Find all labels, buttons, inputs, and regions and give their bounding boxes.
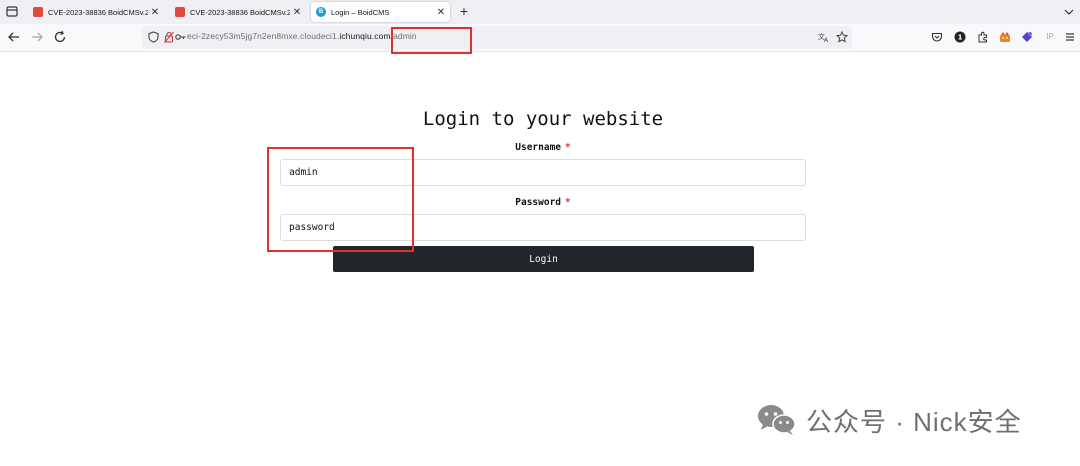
tab-title: CVE-2023-38836 BoidCMSv.2.0 [190, 7, 290, 17]
boidcms-favicon: B [316, 7, 326, 17]
tab-bar: CVE-2023-38836 BoidCMSv.2.0 ✕ CVE-2023-3… [0, 0, 1080, 24]
password-label: Password * [280, 197, 806, 208]
tab-cve-2[interactable]: CVE-2023-38836 BoidCMSv.2.0 ✕ [170, 2, 306, 22]
close-icon[interactable]: ✕ [436, 7, 446, 18]
shield-icon[interactable] [148, 31, 159, 43]
watermark: 公众号 · Nick安全 [756, 402, 1022, 438]
address-bar[interactable]: eci-2zecy53m5jg7n2en8mxe.cloudeci1.ichun… [142, 26, 852, 49]
translate-icon[interactable]: 文 A [818, 31, 830, 43]
password-input[interactable] [280, 214, 806, 241]
reload-icon[interactable] [53, 30, 67, 44]
account-icon[interactable]: 1 [954, 31, 966, 43]
tab-login[interactable]: B Login – BoidCMS ✕ [311, 2, 450, 22]
tab-favicon [33, 7, 43, 17]
username-input[interactable] [280, 159, 806, 186]
username-label-text: Username [515, 142, 562, 153]
required-mark: * [565, 197, 571, 208]
url-text[interactable]: eci-2zecy53m5jg7n2en8mxe.cloudeci1.ichun… [187, 31, 417, 41]
svg-text:1: 1 [958, 34, 963, 42]
new-tab-button[interactable]: + [457, 3, 471, 19]
star-icon[interactable] [836, 31, 848, 43]
extensions-icon[interactable] [977, 31, 989, 43]
navigation-toolbar: eci-2zecy53m5jg7n2en8mxe.cloudeci1.ichun… [0, 24, 1080, 52]
pocket-icon[interactable] [931, 31, 943, 43]
required-mark: * [565, 142, 571, 153]
menu-icon[interactable] [1064, 31, 1076, 43]
fox-icon[interactable] [999, 31, 1011, 43]
forward-icon[interactable] [30, 30, 44, 44]
page-title: Login to your website [422, 108, 664, 130]
url-prefix: eci-2zecy53m5jg7n2en8mxe.cloudeci1. [187, 31, 340, 41]
password-label-text: Password [515, 197, 562, 208]
chevron-down-icon[interactable] [1064, 7, 1074, 17]
svg-text:A: A [824, 37, 829, 43]
tab-cve-1[interactable]: CVE-2023-38836 BoidCMSv.2.0 ✕ [28, 2, 164, 22]
wechat-icon [758, 405, 796, 435]
tab-list-icon[interactable] [4, 3, 20, 19]
key-icon[interactable] [175, 32, 186, 44]
url-path: /admin [390, 31, 417, 41]
login-button[interactable]: Login [333, 246, 754, 272]
ext-puzzle-icon[interactable] [1021, 31, 1033, 43]
lock-icon[interactable] [164, 31, 174, 43]
back-icon[interactable] [7, 30, 21, 44]
ip-icon[interactable]: IP [1043, 31, 1057, 43]
username-label: Username * [280, 142, 806, 153]
close-icon[interactable]: ✕ [150, 7, 160, 18]
tab-favicon [175, 7, 185, 17]
tab-title: Login – BoidCMS [331, 7, 390, 17]
url-domain: ichunqiu.com [339, 31, 391, 41]
tab-title: CVE-2023-38836 BoidCMSv.2.0 [48, 7, 148, 17]
close-icon[interactable]: ✕ [292, 7, 302, 18]
watermark-text: 公众号 · Nick安全 [806, 406, 1022, 437]
